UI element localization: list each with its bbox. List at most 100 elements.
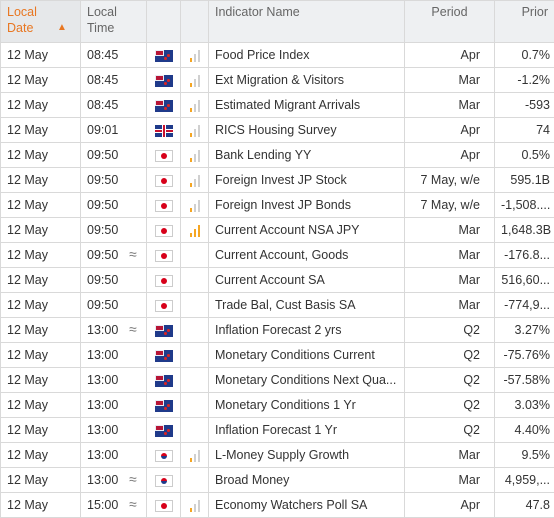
cell-time: 13:00 [81,343,147,368]
cell-period: Apr [405,43,495,68]
table-row[interactable]: 12 May 13:00 Inflation Forecast 1 Yr Q2 … [1,418,554,443]
table-row[interactable]: 12 May 13:00≈ Broad Money Mar 4,959,... [1,468,554,493]
cell-prior: -176.8... [495,243,554,268]
cell-time: 08:45 [81,93,147,118]
jp-flag-icon [155,500,173,512]
cell-country [147,193,181,218]
nz-flag-icon [155,75,173,87]
cell-indicator-name[interactable]: L-Money Supply Growth [209,443,405,468]
cell-date: 12 May [1,368,81,393]
time-value: 09:50 [87,298,118,312]
cell-indicator-name[interactable]: Foreign Invest JP Bonds [209,193,405,218]
cell-period: Mar [405,243,495,268]
table-row[interactable]: 12 May 15:00≈ Economy Watchers Poll SA A… [1,493,554,518]
column-header-importance[interactable] [181,1,209,43]
cell-importance [181,143,209,168]
nz-flag-icon [155,100,173,112]
table-row[interactable]: 12 May 09:50 Foreign Invest JP Stock 7 M… [1,168,554,193]
cell-country [147,493,181,518]
cell-prior: 595.1B [495,168,554,193]
cell-indicator-name[interactable]: Economy Watchers Poll SA [209,493,405,518]
cell-prior: -1,508.... [495,193,554,218]
table-row[interactable]: 12 May 13:00 Monetary Conditions Next Qu… [1,368,554,393]
cell-importance [181,493,209,518]
time-value: 13:00 [87,473,118,487]
cell-time: 13:00 [81,368,147,393]
cell-prior: 0.5% [495,143,554,168]
column-header-prior[interactable]: Prior [495,1,554,43]
cell-prior: -774,9... [495,293,554,318]
importance-bars-icon [189,500,201,512]
cell-country [147,68,181,93]
cell-indicator-name[interactable]: Broad Money [209,468,405,493]
kr-flag-icon [155,450,173,462]
local-date-label: Local Date [7,4,51,36]
cell-date: 12 May [1,468,81,493]
cell-prior: -593 [495,93,554,118]
table-row[interactable]: 12 May 13:00 Monetary Conditions Current… [1,343,554,368]
table-row[interactable]: 12 May 08:45 Ext Migration & Visitors Ma… [1,68,554,93]
cell-indicator-name[interactable]: Ext Migration & Visitors [209,68,405,93]
cell-importance [181,368,209,393]
column-header-local-time[interactable]: Local Time [81,1,147,43]
cell-prior: 1,648.3B [495,218,554,243]
time-value: 13:00 [87,423,118,437]
time-value: 13:00 [87,348,118,362]
table-row[interactable]: 12 May 13:00≈ Inflation Forecast 2 yrs Q… [1,318,554,343]
table-row[interactable]: 12 May 09:50 Foreign Invest JP Bonds 7 M… [1,193,554,218]
column-header-period[interactable]: Period [405,1,495,43]
column-header-indicator-name[interactable]: Indicator Name [209,1,405,43]
table-row[interactable]: 12 May 09:50 Bank Lending YY Apr 0.5% [1,143,554,168]
table-row[interactable]: 12 May 09:01 RICS Housing Survey Apr 74 [1,118,554,143]
time-value: 09:01 [87,123,118,137]
cell-indicator-name[interactable]: Bank Lending YY [209,143,405,168]
cell-time: 13:00 [81,393,147,418]
table-row[interactable]: 12 May 09:50 Current Account SA Mar 516,… [1,268,554,293]
column-header-country[interactable] [147,1,181,43]
cell-indicator-name[interactable]: Monetary Conditions Current [209,343,405,368]
cell-indicator-name[interactable]: Monetary Conditions 1 Yr [209,393,405,418]
column-header-local-date[interactable]: Local Date▲ [1,1,81,43]
cell-prior: 74 [495,118,554,143]
cell-importance [181,93,209,118]
cell-period: Mar [405,93,495,118]
cell-indicator-name[interactable]: Inflation Forecast 1 Yr [209,418,405,443]
cell-indicator-name[interactable]: Estimated Migrant Arrivals [209,93,405,118]
nz-flag-icon [155,400,173,412]
cell-indicator-name[interactable]: Monetary Conditions Next Qua... [209,368,405,393]
cell-country [147,318,181,343]
approximate-icon: ≈ [129,321,137,337]
cell-indicator-name[interactable]: Inflation Forecast 2 yrs [209,318,405,343]
cell-importance [181,393,209,418]
cell-indicator-name[interactable]: Food Price Index [209,43,405,68]
table-row[interactable]: 12 May 09:50 Current Account NSA JPY Mar… [1,218,554,243]
cell-time: 09:50≈ [81,243,147,268]
cell-indicator-name[interactable]: Current Account, Goods [209,243,405,268]
cell-indicator-name[interactable]: Current Account NSA JPY [209,218,405,243]
cell-indicator-name[interactable]: RICS Housing Survey [209,118,405,143]
table-row[interactable]: 12 May 13:00 Monetary Conditions 1 Yr Q2… [1,393,554,418]
cell-date: 12 May [1,343,81,368]
table-row[interactable]: 12 May 13:00 L-Money Supply Growth Mar 9… [1,443,554,468]
importance-bars-icon [189,225,201,237]
importance-bars-icon [189,175,201,187]
cell-prior: -57.58% [495,368,554,393]
jp-flag-icon [155,275,173,287]
cell-country [147,293,181,318]
table-row[interactable]: 12 May 09:50 Trade Bal, Cust Basis SA Ma… [1,293,554,318]
cell-importance [181,168,209,193]
cell-indicator-name[interactable]: Current Account SA [209,268,405,293]
time-value: 15:00 [87,498,118,512]
cell-indicator-name[interactable]: Trade Bal, Cust Basis SA [209,293,405,318]
cell-importance [181,293,209,318]
cell-indicator-name[interactable]: Foreign Invest JP Stock [209,168,405,193]
cell-date: 12 May [1,293,81,318]
approximate-icon: ≈ [129,496,137,512]
cell-importance [181,68,209,93]
time-value: 09:50 [87,173,118,187]
cell-period: Q2 [405,368,495,393]
table-row[interactable]: 12 May 08:45 Food Price Index Apr 0.7% [1,43,554,68]
table-row[interactable]: 12 May 09:50≈ Current Account, Goods Mar… [1,243,554,268]
time-value: 09:50 [87,248,118,262]
table-row[interactable]: 12 May 08:45 Estimated Migrant Arrivals … [1,93,554,118]
